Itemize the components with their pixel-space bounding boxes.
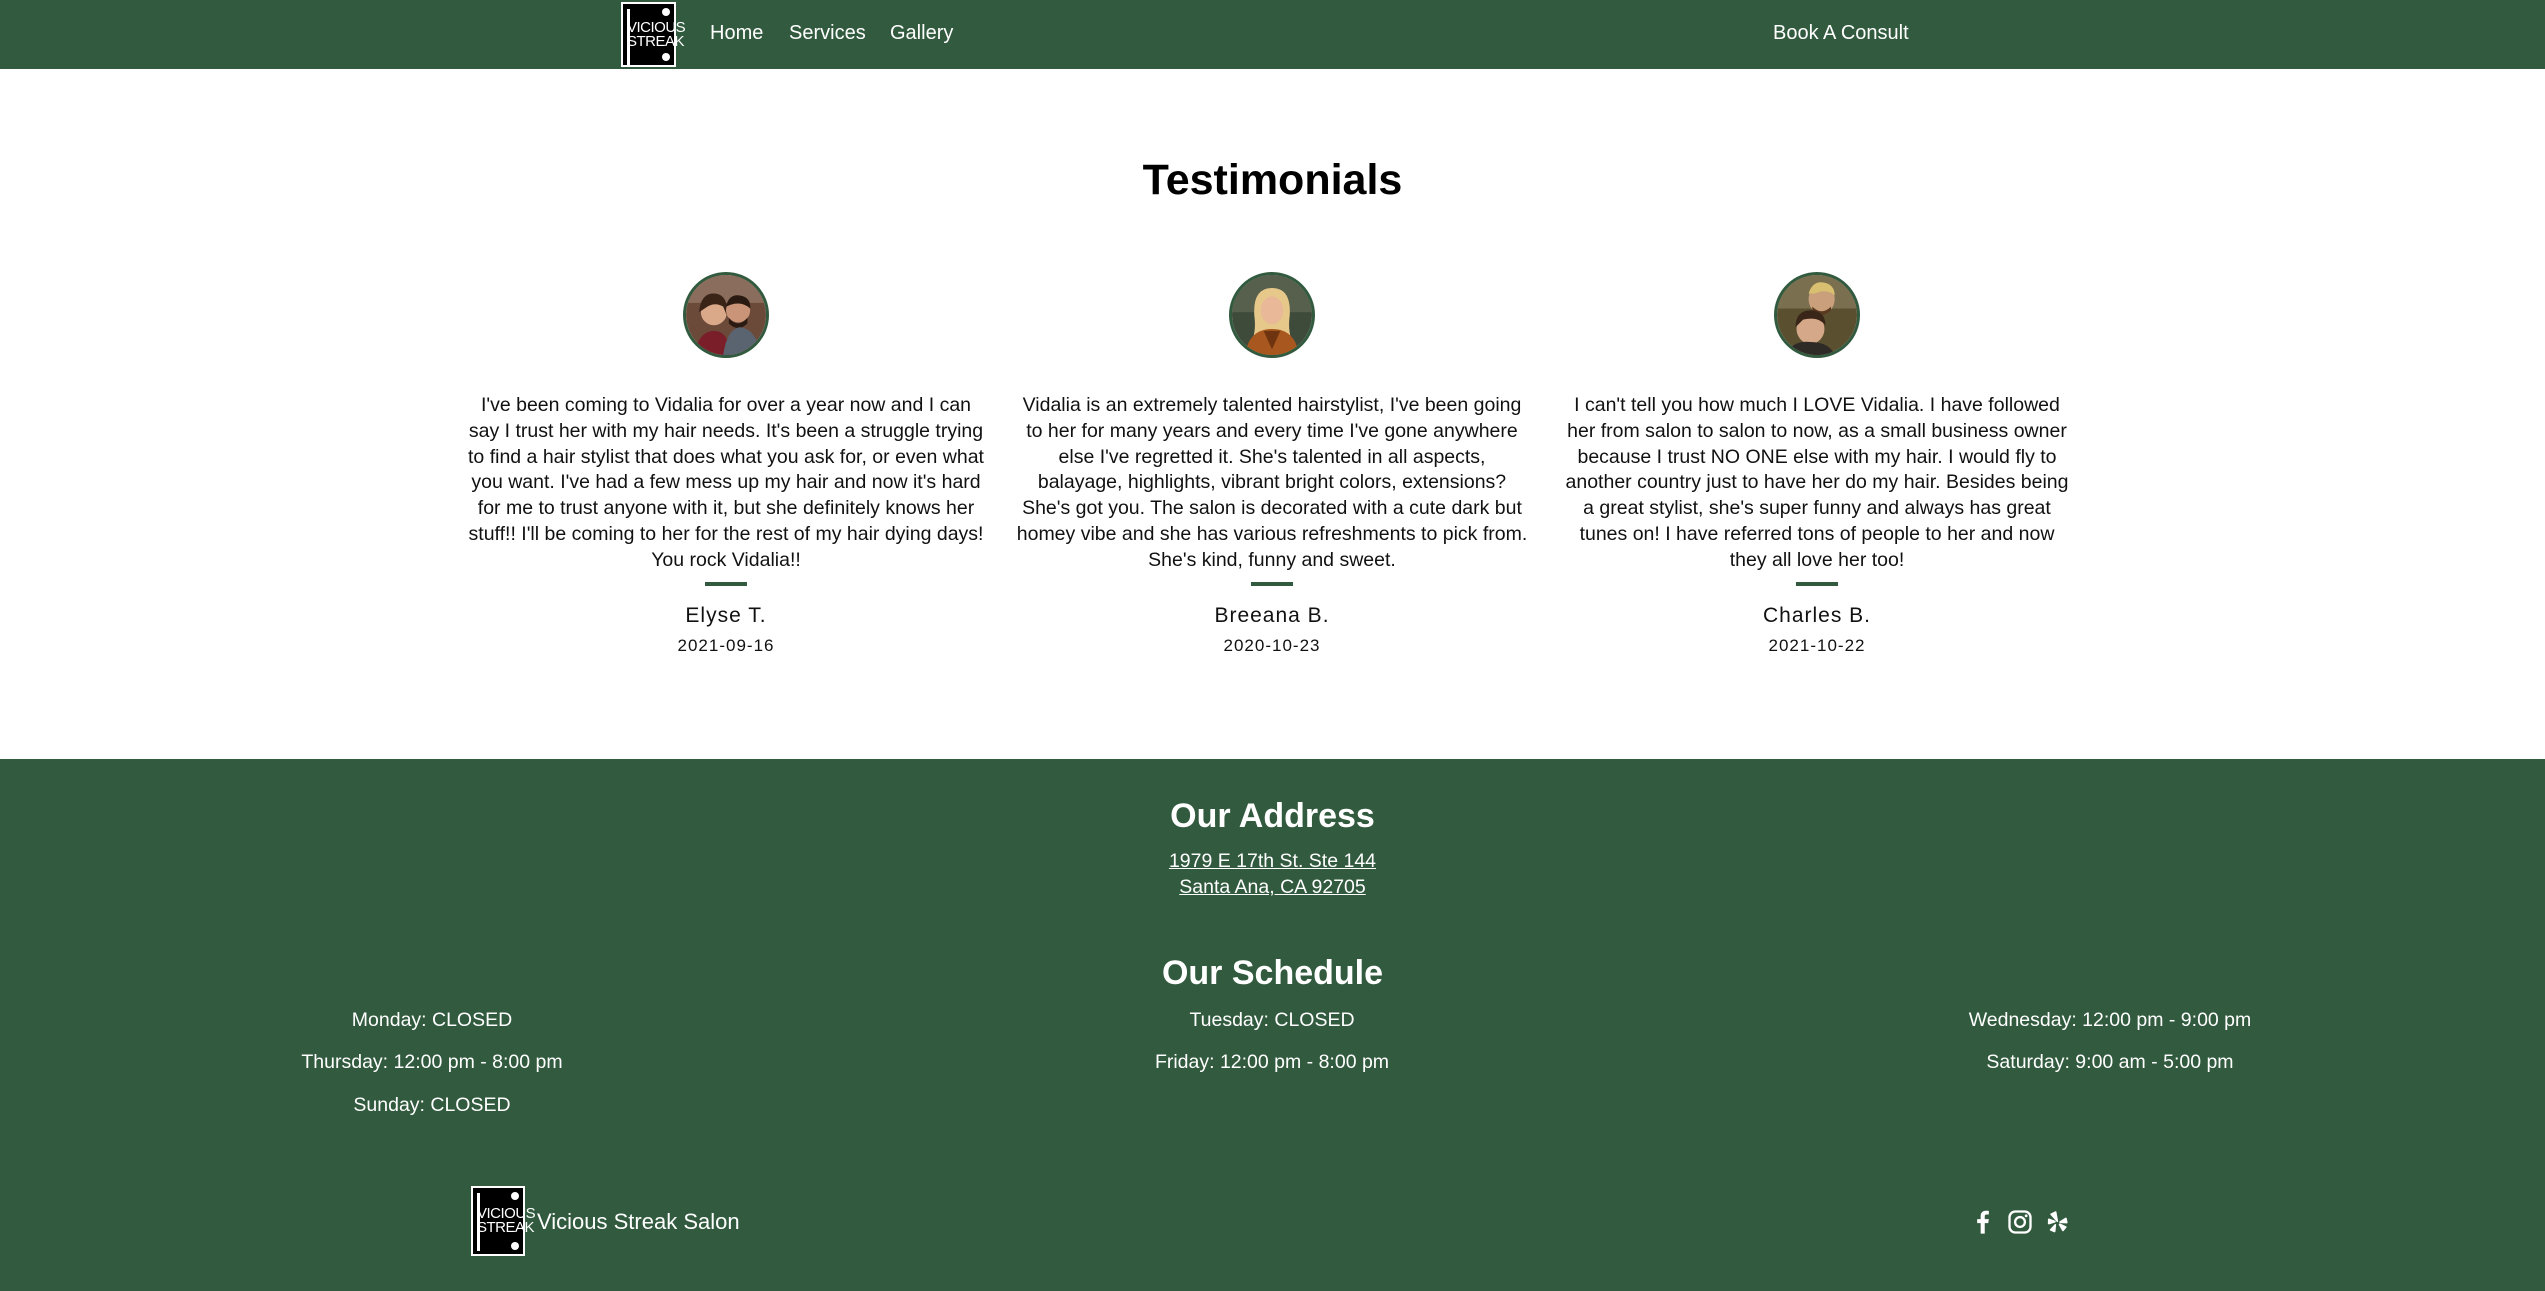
footer-logo[interactable]: VICIOUS STREAK [471,1186,536,1256]
schedule-wednesday: Wednesday: 12:00 pm - 9:00 pm [1968,1009,2252,1031]
brand-name: Vicious Streak Salon [537,1209,740,1234]
nav-gallery[interactable]: Gallery [890,22,953,45]
testimonial-card: I've been coming to Vidalia for over a y… [466,272,986,656]
schedule-title: Our Schedule [1161,954,1384,992]
facebook-icon[interactable] [1969,1208,1997,1236]
testimonial-card: Vidalia is an extremely talented hairsty… [1012,272,1532,656]
avatar-photo [1777,275,1857,355]
avatar [1774,272,1860,358]
nav-home[interactable]: Home [710,22,763,45]
address-title: Our Address [1170,797,1375,835]
nav-services[interactable]: Services [789,22,866,45]
address-line-2[interactable]: Santa Ana, CA 92705 [0,876,2545,899]
avatar [1229,272,1315,358]
avatar [683,272,769,358]
testimonial-quote: Vidalia is an extremely talented hairsty… [1016,394,1528,571]
testimonial-date: 2021-09-16 [677,635,775,655]
testimonial-quote: I can't tell you how much I LOVE Vidalia… [1565,394,2069,571]
testimonial-card: I can't tell you how much I LOVE Vidalia… [1557,272,2077,656]
testimonial-date: 2021-10-22 [1768,635,1866,655]
logo-text: VICIOUS STREAK [627,18,686,50]
schedule-friday: Friday: 12:00 pm - 8:00 pm [1154,1051,1390,1073]
divider [1796,581,1838,586]
logo-dot [662,8,670,16]
testimonial-name: Elyse T. [685,603,767,627]
schedule-thursday: Thursday: 12:00 pm - 8:00 pm [301,1051,563,1073]
instagram-icon[interactable] [2006,1208,2034,1236]
testimonial-name: Breeana B. [1214,603,1330,627]
logo-dot [511,1192,519,1200]
schedule-monday: Monday: CLOSED [351,1009,513,1031]
schedule-saturday: Saturday: 9:00 am - 5:00 pm [1986,1051,2234,1073]
divider [1251,581,1293,586]
schedule-tuesday: Tuesday: CLOSED [1189,1009,1355,1031]
avatar-photo [1232,275,1312,355]
avatar-photo [686,275,766,355]
schedule-sunday: Sunday: CLOSED [353,1094,511,1116]
site-logo[interactable]: VICIOUS STREAK [621,2,686,67]
logo-text: VICIOUS STREAK [477,1205,536,1236]
testimonial-name: Charles B. [1762,603,1872,627]
logo-dot [662,53,670,61]
logo-dot [511,1242,519,1250]
site-header: VICIOUS STREAK Home Services Gallery Boo… [0,0,2545,69]
testimonial-quote: I've been coming to Vidalia for over a y… [468,394,984,571]
address-line-1[interactable]: 1979 E 17th St. Ste 144 [0,850,2545,873]
testimonials-title: Testimonials [1142,156,1403,204]
testimonial-date: 2020-10-23 [1223,635,1321,655]
site-footer: Our Address 1979 E 17th St. Ste 144 Sant… [0,759,2545,1291]
yelp-icon[interactable] [2044,1208,2072,1236]
divider [705,581,747,586]
book-consult-button[interactable]: Book A Consult [1773,22,1909,45]
